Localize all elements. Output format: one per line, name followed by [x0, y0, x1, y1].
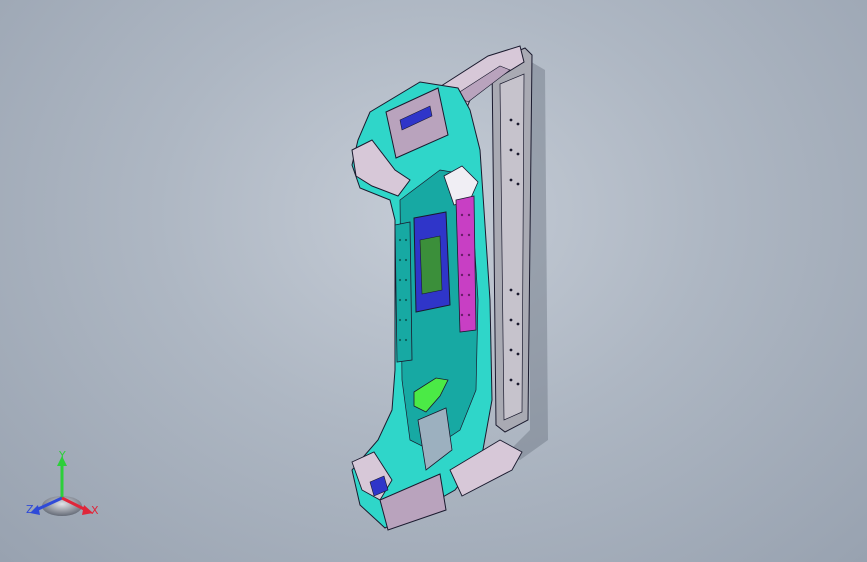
view-triad[interactable]: Y Z X — [22, 448, 104, 526]
triad-y-label: Y — [59, 449, 66, 462]
center-pcb[interactable] — [419, 235, 443, 295]
grille-strip-magenta[interactable] — [455, 195, 477, 333]
mounting-rail-face — [499, 73, 525, 421]
grille-strip-teal[interactable] — [394, 221, 413, 363]
triad-z-label: Z — [26, 503, 34, 516]
graphics-viewport[interactable]: Y Z X — [0, 0, 867, 562]
bumper-assembly-model[interactable] — [0, 0, 867, 562]
triad-x-label: X — [91, 504, 99, 517]
